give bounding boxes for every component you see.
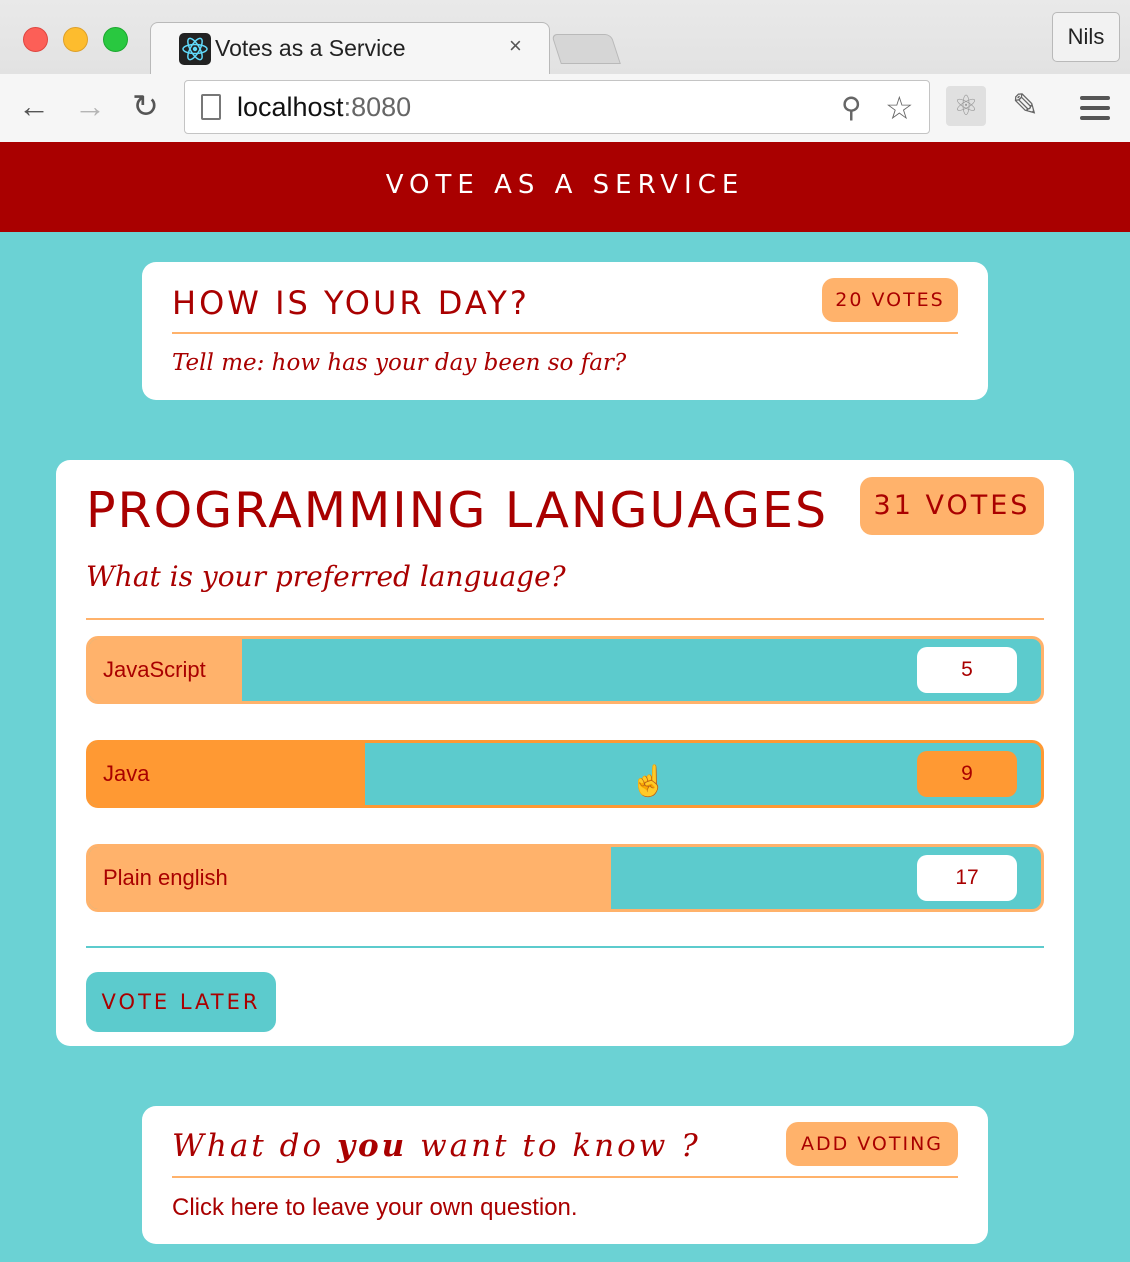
url-text[interactable]: localhost:8080 xyxy=(237,92,411,123)
ask-title-bold: you xyxy=(336,1128,408,1164)
ask-title-before: What do xyxy=(172,1128,337,1164)
reload-icon[interactable]: ↻ xyxy=(132,88,159,124)
back-icon[interactable]: ← xyxy=(18,88,50,124)
forward-icon[interactable]: → xyxy=(74,88,106,124)
vote-later-button[interactable]: VOTE LATER xyxy=(86,972,276,1032)
close-window-button[interactable] xyxy=(23,27,48,52)
zoom-icon[interactable]: ⚲ xyxy=(841,91,862,124)
minimize-window-button[interactable] xyxy=(63,27,88,52)
vote-count-badge: 31 VOTES xyxy=(860,477,1044,535)
star-icon[interactable]: ☆ xyxy=(885,89,914,127)
divider xyxy=(86,946,1044,948)
url-port: :8080 xyxy=(343,92,412,122)
new-tab-button[interactable] xyxy=(551,34,621,64)
browser-window-frame: Votes as a Service × Nils ← → ↻ localhos… xyxy=(0,0,1130,142)
choice-count: 9 xyxy=(917,751,1017,797)
choice-javascript[interactable]: JavaScript 5 xyxy=(86,636,1044,704)
add-voting-button[interactable]: ADD VOTING xyxy=(786,1122,958,1166)
tab-title: Votes as a Service xyxy=(215,35,406,61)
ask-title: What do you want to know ? xyxy=(172,1128,701,1164)
choice-label: Plain english xyxy=(103,865,228,890)
vote-description: What is your preferred language? xyxy=(86,560,566,593)
choice-count: 17 xyxy=(917,855,1017,901)
vote-description: Tell me: how has your day been so far? xyxy=(172,350,627,376)
ask-title-after: want to know ? xyxy=(407,1128,701,1164)
page-icon xyxy=(201,94,221,120)
menu-icon[interactable] xyxy=(1080,96,1110,126)
hand-cursor-icon: ☝ xyxy=(630,765,668,798)
zoom-window-button[interactable] xyxy=(103,27,128,52)
react-favicon-icon xyxy=(179,33,211,65)
browser-tab[interactable]: Votes as a Service × xyxy=(150,22,550,74)
vote-card-collapsed[interactable]: HOW IS YOUR DAY? 20 VOTES Tell me: how h… xyxy=(142,262,988,400)
choice-plain-english[interactable]: Plain english 17 xyxy=(86,844,1044,912)
react-devtools-icon[interactable]: ⚛ xyxy=(946,86,986,126)
choice-label: JavaScript xyxy=(103,657,206,682)
divider xyxy=(86,618,1044,620)
choice-count: 5 xyxy=(917,647,1017,693)
vote-title: HOW IS YOUR DAY? xyxy=(172,284,530,322)
choice-java[interactable]: Java 9 xyxy=(86,740,1044,808)
browser-toolbar: ← → ↻ localhost:8080 ⚲ ☆ ⚛ ✎ xyxy=(0,74,1130,142)
choice-label: Java xyxy=(103,761,150,786)
color-picker-icon[interactable]: ✎ xyxy=(1012,86,1039,124)
vote-title: PROGRAMMING LANGUAGES xyxy=(86,482,829,539)
divider xyxy=(172,1176,958,1178)
divider xyxy=(172,332,958,334)
url-host: localhost xyxy=(237,92,344,122)
vote-card-expanded: PROGRAMMING LANGUAGES 31 VOTES What is y… xyxy=(56,460,1074,1046)
add-vote-card[interactable]: What do you want to know ? ADD VOTING Cl… xyxy=(142,1106,988,1244)
tab-close-icon[interactable]: × xyxy=(509,33,522,59)
vote-count-badge: 20 VOTES xyxy=(822,278,958,322)
app-header: VOTE AS A SERVICE xyxy=(0,142,1130,232)
profile-button[interactable]: Nils xyxy=(1052,12,1120,62)
address-bar[interactable]: localhost:8080 ⚲ ☆ xyxy=(184,80,930,134)
ask-description[interactable]: Click here to leave your own question. xyxy=(172,1194,578,1222)
